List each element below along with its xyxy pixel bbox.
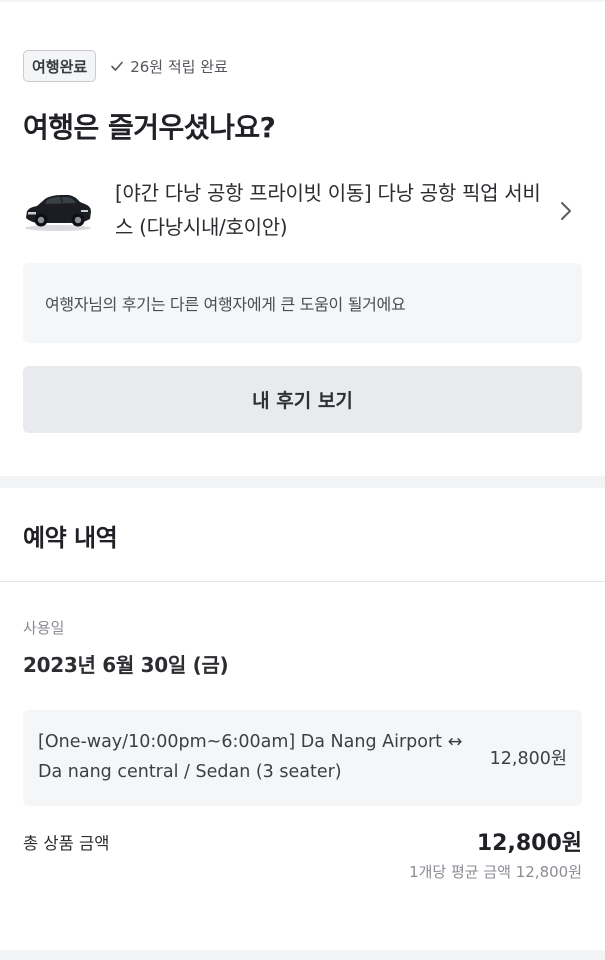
product-name: [야간 다낭 공항 프라이빗 이동] 다낭 공항 픽업 서비스 (다낭시내/호이… [115,181,541,239]
total-label: 총 상품 금액 [23,834,110,853]
reward-status: 26원 적립 완료 [110,56,228,77]
usage-date-label: 사용일 [23,619,65,637]
check-icon [111,61,124,71]
page: 여행완료 26원 적립 완료 여행은 즐거우셨나요? [야간 다낭 공항 프라이… [0,0,605,960]
review-hint: 여행자님의 후기는 다른 여행자에게 큰 도움이 될거에요 [23,263,582,343]
total-price: 12,800원 [476,831,582,856]
chevron-right-icon [561,202,571,220]
section-title: 예약 내역 [23,524,118,552]
item-description: [One-way/10:00pm~6:00am] Da Nang Airport… [38,732,463,782]
product-image [25,195,91,231]
item-price: 12,800원 [489,749,567,769]
trip-complete-card: 여행완료 26원 적립 완료 여행은 즐거우셨나요? [야간 다낭 공항 프라이… [0,2,605,476]
status-row: 여행완료 26원 적립 완료 [23,50,228,82]
divider [0,581,605,582]
product-link[interactable]: [야간 다낭 공항 프라이빗 이동] 다낭 공항 픽업 서비스 (다낭시내/호이… [23,172,583,252]
reward-text: 26원 적립 완료 [130,57,228,76]
average-price: 1개당 평균 금액 12,800원 [409,863,582,881]
usage-date: 2023년 6월 30일 (금) [23,653,229,677]
view-review-button[interactable]: 내 후기 보기 [23,366,582,433]
reservation-card: 예약 내역 사용일 2023년 6월 30일 (금) [One-way/10:0… [0,488,605,950]
status-badge: 여행완료 [23,50,97,82]
page-title: 여행은 즐거우셨나요? [23,111,276,144]
order-item: [One-way/10:00pm~6:00am] Da Nang Airport… [23,710,582,806]
